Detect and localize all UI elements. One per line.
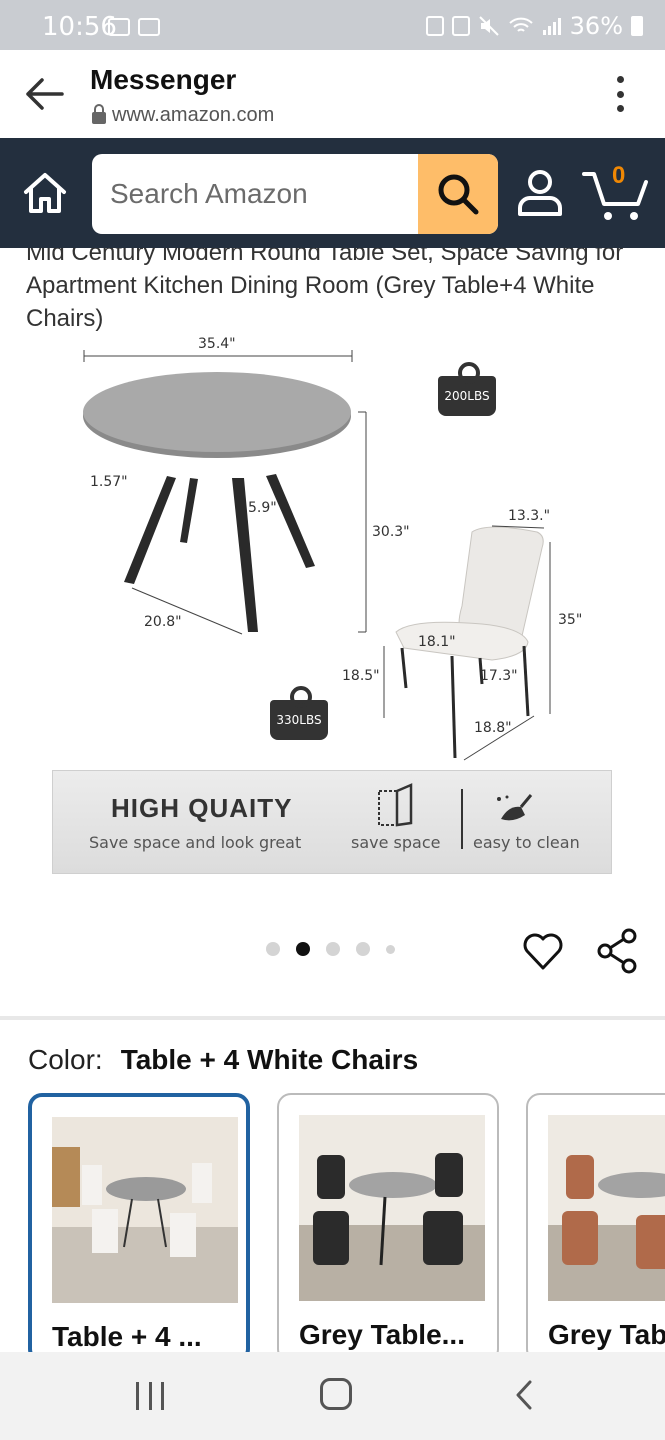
color-value: Table + 4 White Chairs xyxy=(120,1044,419,1075)
table-thickness-label: 1.57" xyxy=(90,474,128,490)
battery-percent: 36% xyxy=(569,12,623,40)
alarm-icon xyxy=(425,16,444,36)
swatch-image xyxy=(299,1115,485,1301)
heart-icon[interactable] xyxy=(522,930,564,972)
leg-width-label: 5.9" xyxy=(248,500,277,516)
color-swatch-list: Table + 4 ... Grey Table... Grey Tab xyxy=(28,1093,665,1353)
product-image[interactable]: 35.4" 1.57" 5.9" 30.3" 20.8" 13.3." 35" … xyxy=(52,336,614,876)
chair-base-label: 18.8" xyxy=(474,720,512,736)
amazon-navbar: 0 xyxy=(0,138,665,248)
browser-app-title: Messenger xyxy=(90,64,237,95)
wifi-icon xyxy=(508,17,533,32)
banner-title: HIGH QUAITY xyxy=(111,793,293,823)
table-width-label: 35.4" xyxy=(198,336,236,352)
search-input[interactable] xyxy=(92,154,422,234)
banner-subtitle: Save space and look great xyxy=(89,833,302,852)
swatch-label: Grey Table... xyxy=(299,1319,465,1350)
swatch-label: Grey Tab xyxy=(548,1319,665,1350)
status-bar: 10:56 36% xyxy=(0,0,665,50)
browser-url: www.amazon.com xyxy=(92,103,275,127)
cart-button[interactable]: 0 xyxy=(582,162,650,226)
color-selection: Color: Table + 4 White Chairs xyxy=(28,1044,418,1076)
search-icon xyxy=(438,174,479,215)
table-weight-capacity-icon: 330LBS xyxy=(270,686,328,740)
home-button-icon[interactable] xyxy=(320,1378,352,1410)
search-button[interactable] xyxy=(418,154,498,234)
carousel-dot[interactable] xyxy=(266,942,280,956)
account-icon[interactable] xyxy=(516,168,564,218)
color-label: Color: xyxy=(28,1044,103,1075)
cart-count: 0 xyxy=(612,162,626,189)
back-arrow-icon[interactable] xyxy=(22,74,66,114)
table-illustration xyxy=(83,350,551,761)
image-carousel-indicator xyxy=(266,942,395,956)
product-title: Mid Century Modern Round Table Set, Spac… xyxy=(26,248,624,332)
save-space-icon xyxy=(378,783,413,827)
chair-height-label: 35" xyxy=(558,612,583,628)
lock-icon xyxy=(92,103,106,124)
leg-span-label: 20.8" xyxy=(144,614,182,630)
color-swatch-white-chairs[interactable]: Table + 4 ... xyxy=(28,1093,250,1353)
search-bar xyxy=(92,154,498,234)
carousel-dot[interactable] xyxy=(386,944,395,954)
home-icon[interactable] xyxy=(22,170,68,216)
feature-easy-to-clean: easy to clean xyxy=(473,833,580,852)
image-icon xyxy=(138,18,160,36)
seat-height-label: 18.5" xyxy=(342,668,380,684)
chair-weight-capacity-icon: 200LBS xyxy=(438,362,496,416)
more-options-icon[interactable] xyxy=(615,76,625,112)
mute-icon xyxy=(478,16,499,36)
system-navigation-bar xyxy=(0,1352,665,1440)
browser-header: Messenger www.amazon.com xyxy=(0,50,665,138)
carousel-dot-active[interactable] xyxy=(296,942,310,956)
chair-back-width-label: 13.3." xyxy=(508,508,551,524)
battery-icon xyxy=(631,16,643,36)
voicemail-icon xyxy=(108,18,130,36)
swatch-image xyxy=(548,1115,665,1301)
quality-banner: HIGH QUAITY Save space and look great sa… xyxy=(52,770,612,874)
color-swatch-black-chairs[interactable]: Grey Table... xyxy=(277,1093,499,1353)
cleaning-brush-icon xyxy=(497,794,533,821)
nfc-icon xyxy=(451,16,470,36)
status-time: 10:56 xyxy=(42,12,117,42)
feature-save-space: save space xyxy=(351,833,441,852)
swatch-image xyxy=(52,1117,238,1303)
section-divider xyxy=(0,1016,665,1020)
recent-apps-icon[interactable] xyxy=(136,1382,164,1410)
seat-width-label: 18.1" xyxy=(418,634,456,650)
url-text: www.amazon.com xyxy=(112,104,275,126)
back-nav-icon[interactable] xyxy=(510,1378,540,1412)
carousel-dot[interactable] xyxy=(356,942,370,956)
share-icon[interactable] xyxy=(596,928,638,974)
signal-icon xyxy=(542,18,561,35)
color-swatch-brown-chairs[interactable]: Grey Tab xyxy=(526,1093,665,1353)
carousel-dot[interactable] xyxy=(326,942,340,956)
seat-depth-label: 17.3" xyxy=(480,668,518,684)
table-height-label: 30.3" xyxy=(372,524,410,540)
swatch-label: Table + 4 ... xyxy=(52,1321,202,1352)
